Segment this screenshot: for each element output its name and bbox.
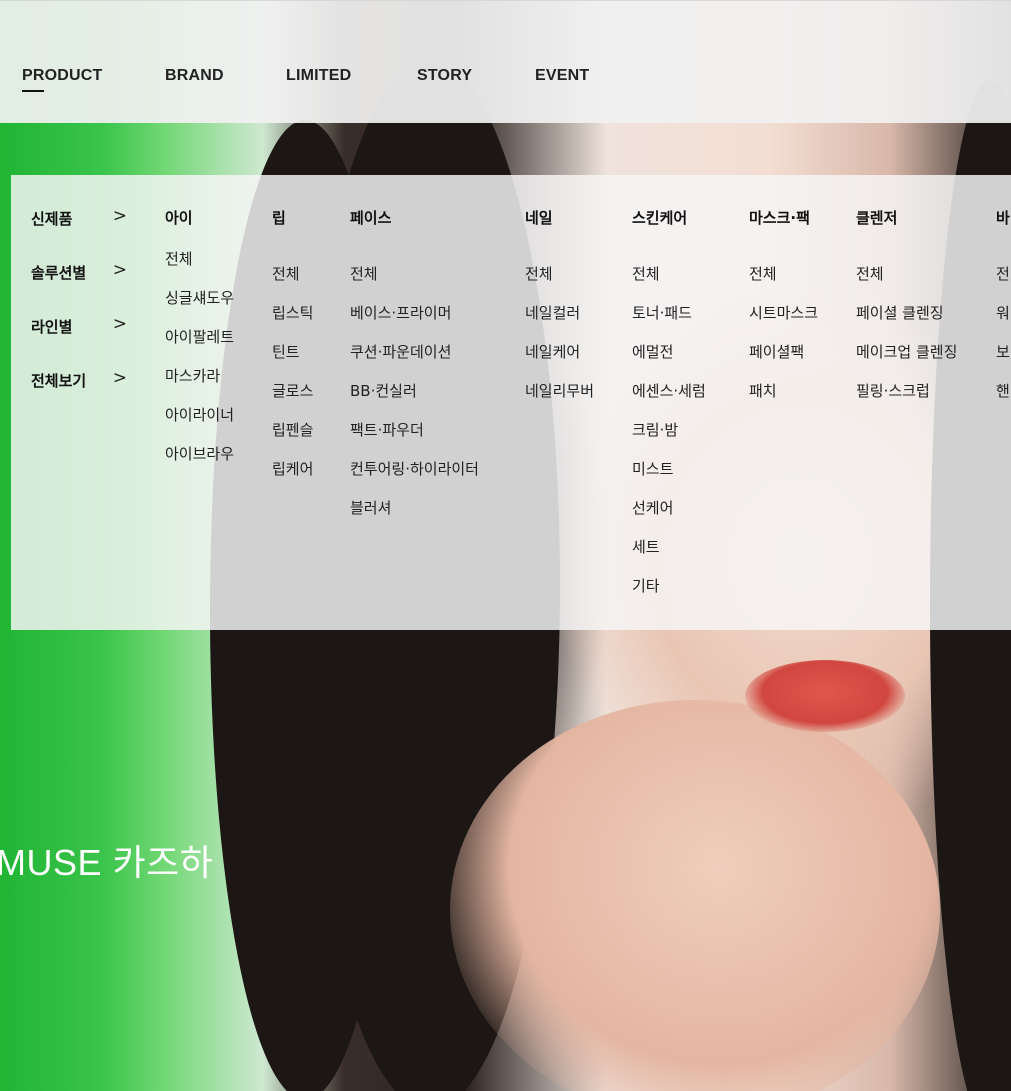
column-title-lip[interactable]: 립 — [272, 207, 286, 228]
menu-link[interactable]: 전체 — [749, 263, 777, 284]
side-item-new[interactable]: 신제품 > — [31, 206, 127, 229]
menu-link[interactable]: 립스틱 — [272, 302, 313, 323]
menu-link[interactable]: 아이팔레트 — [165, 326, 234, 347]
column-title-mask[interactable]: 마스크·팩 — [749, 207, 810, 228]
menu-link[interactable]: 기타 — [632, 575, 660, 596]
side-item-label: 신제품 — [31, 210, 73, 228]
chevron-right-icon: > — [112, 368, 127, 388]
menu-link[interactable]: 립펜슬 — [272, 419, 313, 440]
menu-link[interactable]: 선케어 — [632, 497, 673, 518]
menu-link[interactable]: 네일컬러 — [525, 302, 580, 323]
column-title-eye[interactable]: 아이 — [165, 207, 193, 228]
menu-link[interactable]: 전체 — [165, 248, 193, 269]
menu-link[interactable]: 세트 — [632, 536, 660, 557]
menu-link[interactable]: 네일케어 — [525, 341, 580, 362]
menu-link[interactable]: 필링·스크럽 — [856, 380, 930, 401]
menu-link[interactable]: 미스트 — [632, 458, 673, 479]
side-item-label: 솔루션별 — [31, 264, 87, 282]
column-title-cleanser[interactable]: 클렌저 — [856, 207, 897, 228]
side-item-line[interactable]: 라인별 > — [31, 314, 127, 337]
column-title-face[interactable]: 페이스 — [350, 207, 391, 228]
side-item-label: 라인별 — [31, 318, 73, 336]
menu-link[interactable]: 메이크업 클렌징 — [856, 341, 957, 362]
menu-link[interactable]: 아이라이너 — [165, 404, 234, 425]
top-navigation: PRODUCT BRAND LIMITED STORY EVENT — [0, 0, 1011, 123]
nav-story[interactable]: STORY — [417, 67, 472, 85]
chevron-right-icon: > — [112, 260, 127, 280]
side-item-label: 전체보기 — [31, 372, 87, 390]
nav-event[interactable]: EVENT — [535, 67, 589, 85]
menu-link[interactable]: 아이브라우 — [165, 443, 234, 464]
menu-link[interactable]: 패치 — [749, 380, 777, 401]
menu-link[interactable]: 핸 — [996, 380, 1010, 401]
hero-lips — [745, 660, 905, 732]
menu-link[interactable]: 보 — [996, 341, 1010, 362]
menu-link[interactable]: 마스카라 — [165, 365, 220, 386]
menu-link[interactable]: 팩트·파우더 — [350, 419, 424, 440]
side-item-solution[interactable]: 솔루션별 > — [31, 260, 127, 283]
menu-link[interactable]: 전체 — [525, 263, 553, 284]
column-title-skincare[interactable]: 스킨케어 — [632, 207, 687, 228]
hero-caption: MUSE 카즈하 — [0, 842, 214, 883]
nav-limited[interactable]: LIMITED — [286, 67, 351, 85]
hero-hand — [450, 700, 940, 1091]
menu-link[interactable]: 크림·밤 — [632, 419, 678, 440]
menu-link[interactable]: 네일리무버 — [525, 380, 594, 401]
menu-link[interactable]: 컨투어링·하이라이터 — [350, 458, 479, 479]
menu-link[interactable]: 토너·패드 — [632, 302, 692, 323]
product-mega-menu: 신제품 > 솔루션별 > 라인별 > 전체보기 > 아이 전체 싱글섀도우 아이… — [11, 175, 1011, 630]
chevron-right-icon: > — [112, 314, 127, 334]
menu-link[interactable]: 전체 — [632, 263, 660, 284]
menu-link[interactable]: 블러셔 — [350, 497, 391, 518]
chevron-right-icon: > — [112, 206, 127, 226]
menu-link[interactable]: 립케어 — [272, 458, 313, 479]
menu-link[interactable]: 시트마스크 — [749, 302, 818, 323]
menu-link[interactable]: 전체 — [350, 263, 378, 284]
menu-link[interactable]: 베이스·프라이머 — [350, 302, 451, 323]
menu-link[interactable]: 워 — [996, 302, 1010, 323]
menu-link[interactable]: 전체 — [856, 263, 884, 284]
menu-link[interactable]: 에센스·세럼 — [632, 380, 706, 401]
menu-link[interactable]: BB·컨실러 — [350, 380, 417, 401]
menu-link[interactable]: 페이셜 클렌징 — [856, 302, 944, 323]
column-title-body[interactable]: 바 — [996, 207, 1010, 228]
nav-product[interactable]: PRODUCT — [22, 67, 103, 92]
menu-link[interactable]: 전 — [996, 263, 1010, 284]
menu-link[interactable]: 에멀전 — [632, 341, 673, 362]
menu-link[interactable]: 페이셜팩 — [749, 341, 804, 362]
menu-link[interactable]: 글로스 — [272, 380, 313, 401]
column-title-nail[interactable]: 네일 — [525, 207, 553, 228]
menu-link[interactable]: 싱글섀도우 — [165, 287, 234, 308]
side-item-all[interactable]: 전체보기 > — [31, 368, 127, 391]
nav-brand[interactable]: BRAND — [165, 67, 224, 85]
menu-link[interactable]: 쿠션·파운데이션 — [350, 341, 451, 362]
menu-link[interactable]: 틴트 — [272, 341, 300, 362]
menu-link[interactable]: 전체 — [272, 263, 300, 284]
